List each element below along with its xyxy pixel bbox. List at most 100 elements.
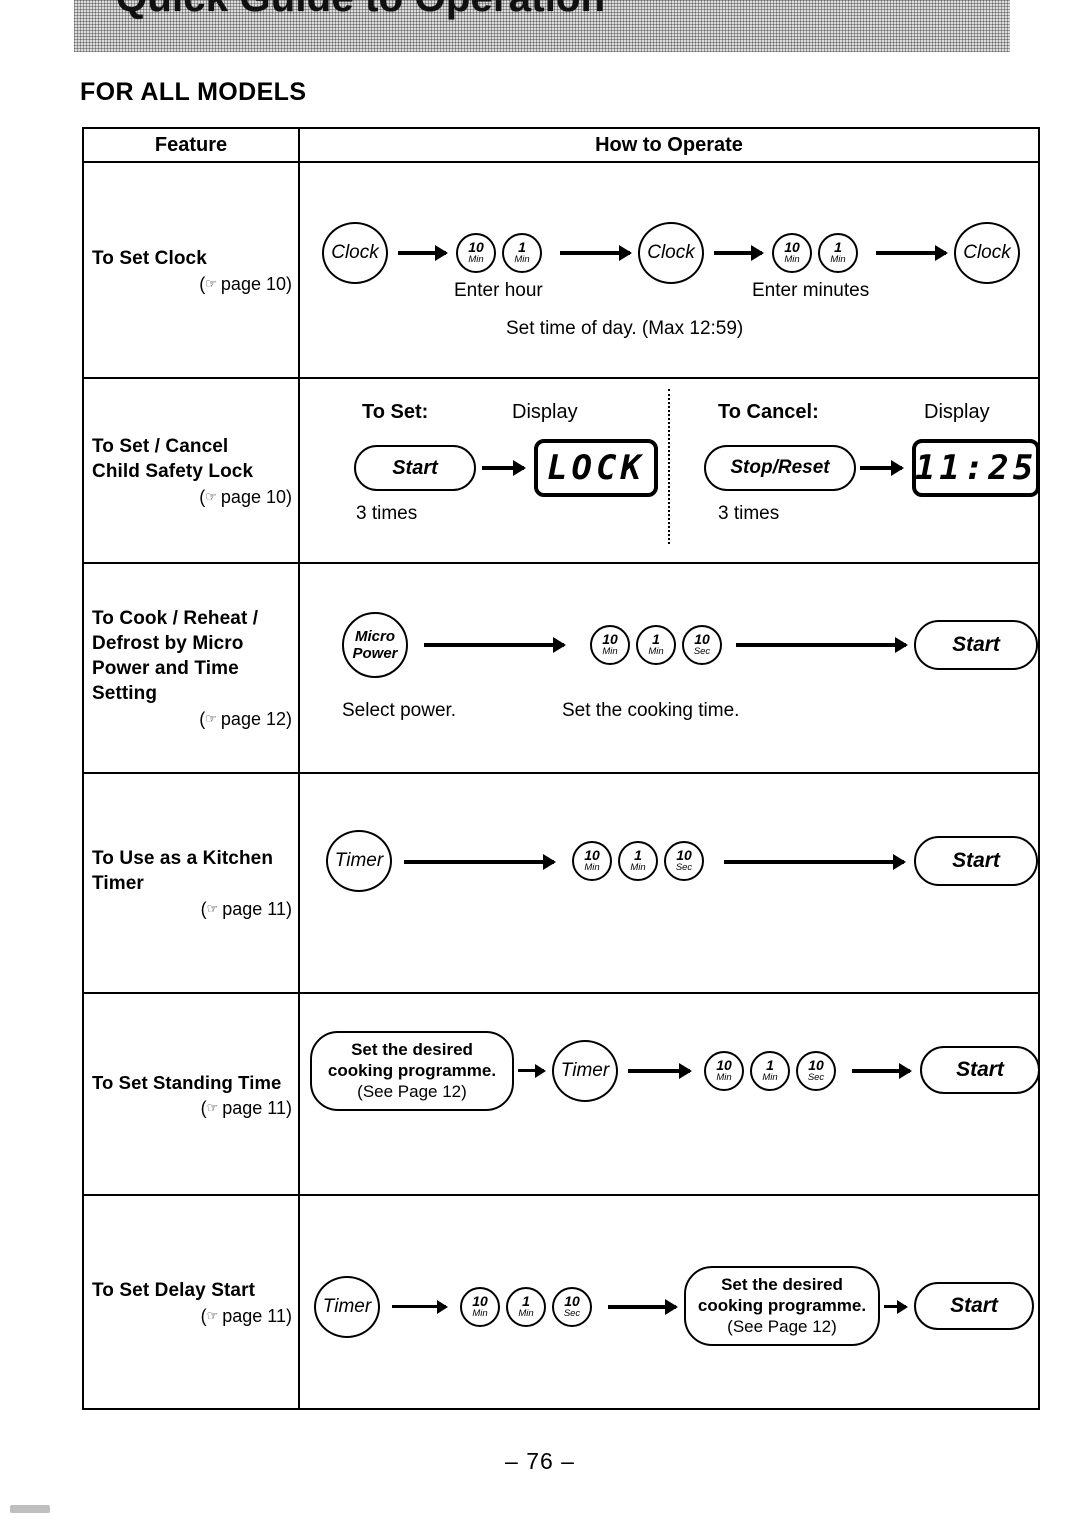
arrow-to-start [884,1305,906,1308]
label-to-cancel: To Cancel: [718,401,819,423]
arrow-to-time-display [860,466,902,470]
pointing-hand-icon: ☞ [205,488,217,504]
page-header-title: Quick Guide to Operation [116,0,605,21]
clock-button-3[interactable]: Clock [954,222,1020,284]
lcd-display-time: 11:25 [912,439,1040,497]
feature-cell-cook-reheat-defrost: To Cook / Reheat / Defrost by Micro Powe… [84,564,300,772]
quick-guide-table: Feature How to Operate To Set Clock (☞ p… [82,127,1040,1410]
how-cell-standing-time: Set the desired cooking programme. (See … [300,994,1040,1194]
arrow-timer-to-keys [628,1069,690,1073]
caption-enter-minutes: Enter minutes [752,280,870,301]
how-cell-cook-reheat-defrost: Micro Power 10 Min 1 Min 10 Sec Start Se… [300,564,1038,772]
key-1-min[interactable]: 1 Min [506,1287,546,1327]
key-10-sec[interactable]: 10 Sec [796,1051,836,1091]
arrow-2 [560,251,630,255]
scan-edge-artifact [10,1505,50,1513]
key-1-min[interactable]: 1 Min [750,1051,790,1091]
feature-page-ref: (☞ page 11) [200,899,292,919]
how-cell-child-safety-lock: To Set: Display Start LOCK 3 times To Ca… [300,379,1040,562]
table-row-cook-reheat-defrost: To Cook / Reheat / Defrost by Micro Powe… [84,564,1038,774]
start-button[interactable]: Start [914,836,1038,886]
clock-button-2[interactable]: Clock [638,222,704,284]
arrow-to-start [736,643,906,647]
table-header-row: Feature How to Operate [84,129,1038,163]
stop-reset-button[interactable]: Stop/Reset [704,445,856,491]
arrow-4 [876,251,946,255]
key-10-min[interactable]: 10 Min [704,1051,744,1091]
caption-set-cooking-time: Set the cooking time. [562,700,740,721]
page-number-footer: – 76 – [505,1448,575,1474]
arrow-1 [398,251,446,255]
how-cell-delay-start: Timer 10 Min 1 Min 10 Sec Set the desire… [300,1196,1038,1408]
column-header-how-to-operate: How to Operate [595,133,743,156]
lcd-display-lock: LOCK [534,439,658,497]
feature-page-ref: (☞ page 10) [199,273,292,294]
table-row-set-clock: To Set Clock (☞ page 10) Clock 10 Min 1 … [84,163,1038,379]
arrow-to-lock-display [482,466,524,470]
key-10-min[interactable]: 10 Min [460,1287,500,1327]
feature-page-ref: (☞ page 10) [199,486,292,507]
table-row-kitchen-timer: To Use as a Kitchen Timer (☞ page 11) Ti… [84,774,1038,994]
feature-cell-kitchen-timer: To Use as a Kitchen Timer (☞ page 11) [84,774,300,992]
arrow-timer-to-keys [404,860,554,864]
feature-title: To Set Standing Time [92,1071,282,1093]
how-cell-kitchen-timer: Timer 10 Min 1 Min 10 Sec Start [300,774,1038,992]
key-1-min-2[interactable]: 1 Min [818,233,858,273]
pointing-hand-icon: ☞ [205,275,217,291]
arrow-to-start [852,1069,910,1073]
key-10-sec[interactable]: 10 Sec [552,1287,592,1327]
key-10-min[interactable]: 10 Min [590,625,630,665]
feature-title-line2: Child Safety Lock [92,460,254,482]
timer-button[interactable]: Timer [326,830,392,892]
arrow-3 [714,251,762,255]
start-button[interactable]: Start [914,620,1038,670]
feature-title: To Set Clock [92,247,207,269]
feature-cell-set-clock: To Set Clock (☞ page 10) [84,163,300,377]
feature-title: To Use as a Kitchen [92,848,274,869]
feature-cell-standing-time: To Set Standing Time (☞ page 11) [84,994,300,1194]
label-display-right: Display [924,401,990,423]
start-button[interactable]: Start [914,1282,1034,1330]
key-1-min-1[interactable]: 1 Min [502,233,542,273]
clock-button-1[interactable]: Clock [322,222,388,284]
section-heading: FOR ALL MODELS [80,78,307,106]
feature-title: To Set Delay Start [92,1279,255,1301]
feature-page-ref: (☞ page 11) [200,1305,292,1326]
table-row-delay-start: To Set Delay Start (☞ page 11) Timer 10 … [84,1196,1038,1408]
key-10-min[interactable]: 10 Min [572,841,612,881]
arrow-keys-to-prog [608,1305,676,1309]
key-1-min[interactable]: 1 Min [618,841,658,881]
feature-cell-delay-start: To Set Delay Start (☞ page 11) [84,1196,300,1408]
caption-select-power: Select power. [342,700,457,721]
timer-button[interactable]: Timer [314,1276,380,1338]
pointing-hand-icon: ☞ [206,1307,219,1323]
feature-page-ref: (☞ page 12) [199,709,292,729]
feature-title-line2: Timer [92,873,144,894]
caption-3-times-left: 3 times [356,503,418,524]
start-button[interactable]: Start [920,1046,1040,1094]
key-10-sec[interactable]: 10 Sec [664,841,704,881]
key-1-min[interactable]: 1 Min [636,625,676,665]
feature-page-ref: (☞ page 11) [200,1097,292,1118]
arrow-timer-to-keys [392,1305,446,1308]
key-10-min-1[interactable]: 10 Min [456,233,496,273]
start-button[interactable]: Start [354,445,476,491]
arrow-select-power [424,643,564,647]
caption-3-times-right: 3 times [718,503,780,524]
key-10-min-2[interactable]: 10 Min [772,233,812,273]
how-cell-set-clock: Clock 10 Min 1 Min Clock 10 Min 1 Min Cl [300,163,1038,377]
pointing-hand-icon: ☞ [206,1099,219,1115]
page-header-banner: Quick Guide to Operation [74,0,1010,52]
feature-title-line4: Setting [92,683,158,704]
key-10-sec[interactable]: 10 Sec [682,625,722,665]
label-display-left: Display [512,401,578,423]
micro-power-button[interactable]: Micro Power [342,612,408,678]
feature-title: To Cook / Reheat / [92,608,259,629]
set-cooking-programme-box[interactable]: Set the desired cooking programme. (See … [684,1266,880,1346]
feature-title-line2: Defrost by Micro [92,633,244,654]
vertical-dotted-divider [668,389,670,544]
set-cooking-programme-box[interactable]: Set the desired cooking programme. (See … [310,1031,514,1111]
timer-button[interactable]: Timer [552,1040,618,1102]
arrow-to-start [724,860,904,864]
arrow-prog-to-timer [518,1069,544,1072]
